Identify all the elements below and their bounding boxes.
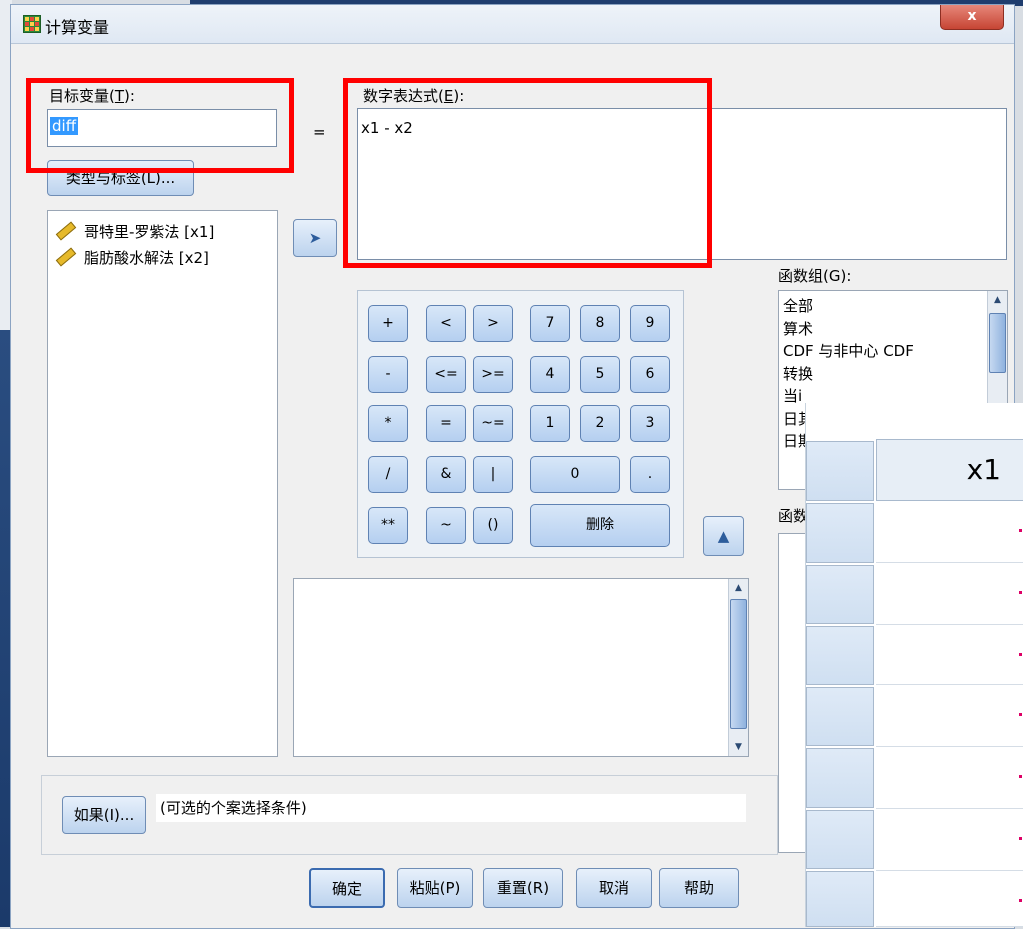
- grid-row-header[interactable]: [806, 626, 874, 685]
- functions-label: 函数: [778, 507, 809, 525]
- key-not-equal[interactable]: ~=: [473, 405, 513, 442]
- variable-item-x1[interactable]: 哥特里-罗紫法 [x1]: [48, 219, 277, 245]
- grid-cell[interactable]: [876, 625, 1023, 685]
- variable-item-x2[interactable]: 脂肪酸水解法 [x2]: [48, 245, 277, 271]
- cancel-button[interactable]: 取消: [576, 868, 652, 908]
- insert-function-button[interactable]: ▲: [703, 516, 744, 556]
- key-0[interactable]: 0: [530, 456, 620, 493]
- key-power[interactable]: **: [368, 507, 408, 544]
- description-scrollbar[interactable]: ▲ ▼: [728, 579, 748, 756]
- key-multiply[interactable]: *: [368, 405, 408, 442]
- case-selection-condition: (可选的个案选择条件): [156, 794, 746, 822]
- key-minus[interactable]: -: [368, 356, 408, 393]
- grid-row-header[interactable]: [806, 503, 874, 563]
- key-delete[interactable]: 删除: [530, 504, 670, 547]
- key-4[interactable]: 4: [530, 356, 570, 393]
- function-group-item[interactable]: CDF 与非中心 CDF: [783, 340, 914, 363]
- variable-list[interactable]: 哥特里-罗紫法 [x1] 脂肪酸水解法 [x2]: [47, 210, 278, 757]
- key-6[interactable]: 6: [630, 356, 670, 393]
- key-greater-equal[interactable]: >=: [473, 356, 513, 393]
- grid-cell[interactable]: [876, 685, 1023, 747]
- grid-row-header: [806, 441, 874, 501]
- if-condition-group: 如果(I)... (可选的个案选择条件): [41, 775, 778, 855]
- key-5[interactable]: 5: [580, 356, 620, 393]
- key-8[interactable]: 8: [580, 305, 620, 342]
- key-not[interactable]: ~: [426, 507, 466, 544]
- key-equal[interactable]: =: [426, 405, 466, 442]
- scroll-thumb[interactable]: [730, 599, 747, 729]
- scroll-down-icon[interactable]: ▼: [730, 738, 747, 756]
- grid-cell[interactable]: [876, 871, 1023, 927]
- grid-column-header-x1[interactable]: x1: [876, 439, 1023, 501]
- grid-cell[interactable]: [876, 563, 1023, 625]
- key-3[interactable]: 3: [630, 405, 670, 442]
- window-title: 计算变量: [45, 18, 110, 37]
- function-group-item[interactable]: 转换: [783, 363, 914, 386]
- close-button[interactable]: x: [940, 5, 1004, 30]
- grid-row-header[interactable]: [806, 810, 874, 869]
- up-arrow-icon: ▲: [717, 527, 730, 545]
- scroll-up-icon[interactable]: ▲: [730, 579, 747, 597]
- function-description-box: ▲ ▼: [293, 578, 749, 757]
- scale-measure-icon: [55, 221, 77, 240]
- help-button[interactable]: 帮助: [659, 868, 739, 908]
- ok-button[interactable]: 确定: [309, 868, 385, 908]
- function-group-label: 函数组(G):: [778, 267, 852, 285]
- scale-measure-icon: [55, 247, 77, 266]
- grid-row-header[interactable]: [806, 565, 874, 624]
- key-parentheses[interactable]: (): [473, 507, 513, 544]
- grid-cell[interactable]: [876, 747, 1023, 809]
- function-group-item[interactable]: 全部: [783, 295, 914, 318]
- calculator-keypad: + < > 7 8 9 - <= >= 4 5 6 * = ~= 1 2 3 /…: [357, 290, 684, 558]
- annotation-highlight-target: [26, 78, 294, 173]
- key-2[interactable]: 2: [580, 405, 620, 442]
- title-bar: 计算变量 x: [11, 5, 1014, 44]
- spss-app-icon: [23, 15, 41, 33]
- equals-sign: =: [313, 123, 326, 141]
- key-1[interactable]: 1: [530, 405, 570, 442]
- key-or[interactable]: |: [473, 456, 513, 493]
- grid-row-header[interactable]: [806, 871, 874, 927]
- scroll-thumb[interactable]: [989, 313, 1006, 373]
- paste-button[interactable]: 粘贴(P): [397, 868, 473, 908]
- function-group-item[interactable]: 算术: [783, 318, 914, 341]
- key-and[interactable]: &: [426, 456, 466, 493]
- annotation-highlight-expression: [343, 78, 712, 268]
- scroll-up-icon[interactable]: ▲: [989, 291, 1006, 309]
- if-button[interactable]: 如果(I)...: [62, 796, 146, 834]
- key-divide[interactable]: /: [368, 456, 408, 493]
- key-less-than[interactable]: <: [426, 305, 466, 342]
- key-9[interactable]: 9: [630, 305, 670, 342]
- grid-cell[interactable]: [876, 809, 1023, 871]
- key-7[interactable]: 7: [530, 305, 570, 342]
- grid-row-header[interactable]: [806, 687, 874, 746]
- grid-row-header[interactable]: [806, 748, 874, 808]
- move-to-expression-button[interactable]: ➤: [293, 219, 337, 257]
- key-decimal[interactable]: .: [630, 456, 670, 493]
- right-arrow-icon: ➤: [308, 229, 322, 247]
- key-greater-than[interactable]: >: [473, 305, 513, 342]
- key-plus[interactable]: +: [368, 305, 408, 342]
- reset-button[interactable]: 重置(R): [483, 868, 563, 908]
- grid-cell[interactable]: [876, 501, 1023, 563]
- key-less-equal[interactable]: <=: [426, 356, 466, 393]
- data-view-overlay: x1: [805, 403, 1023, 927]
